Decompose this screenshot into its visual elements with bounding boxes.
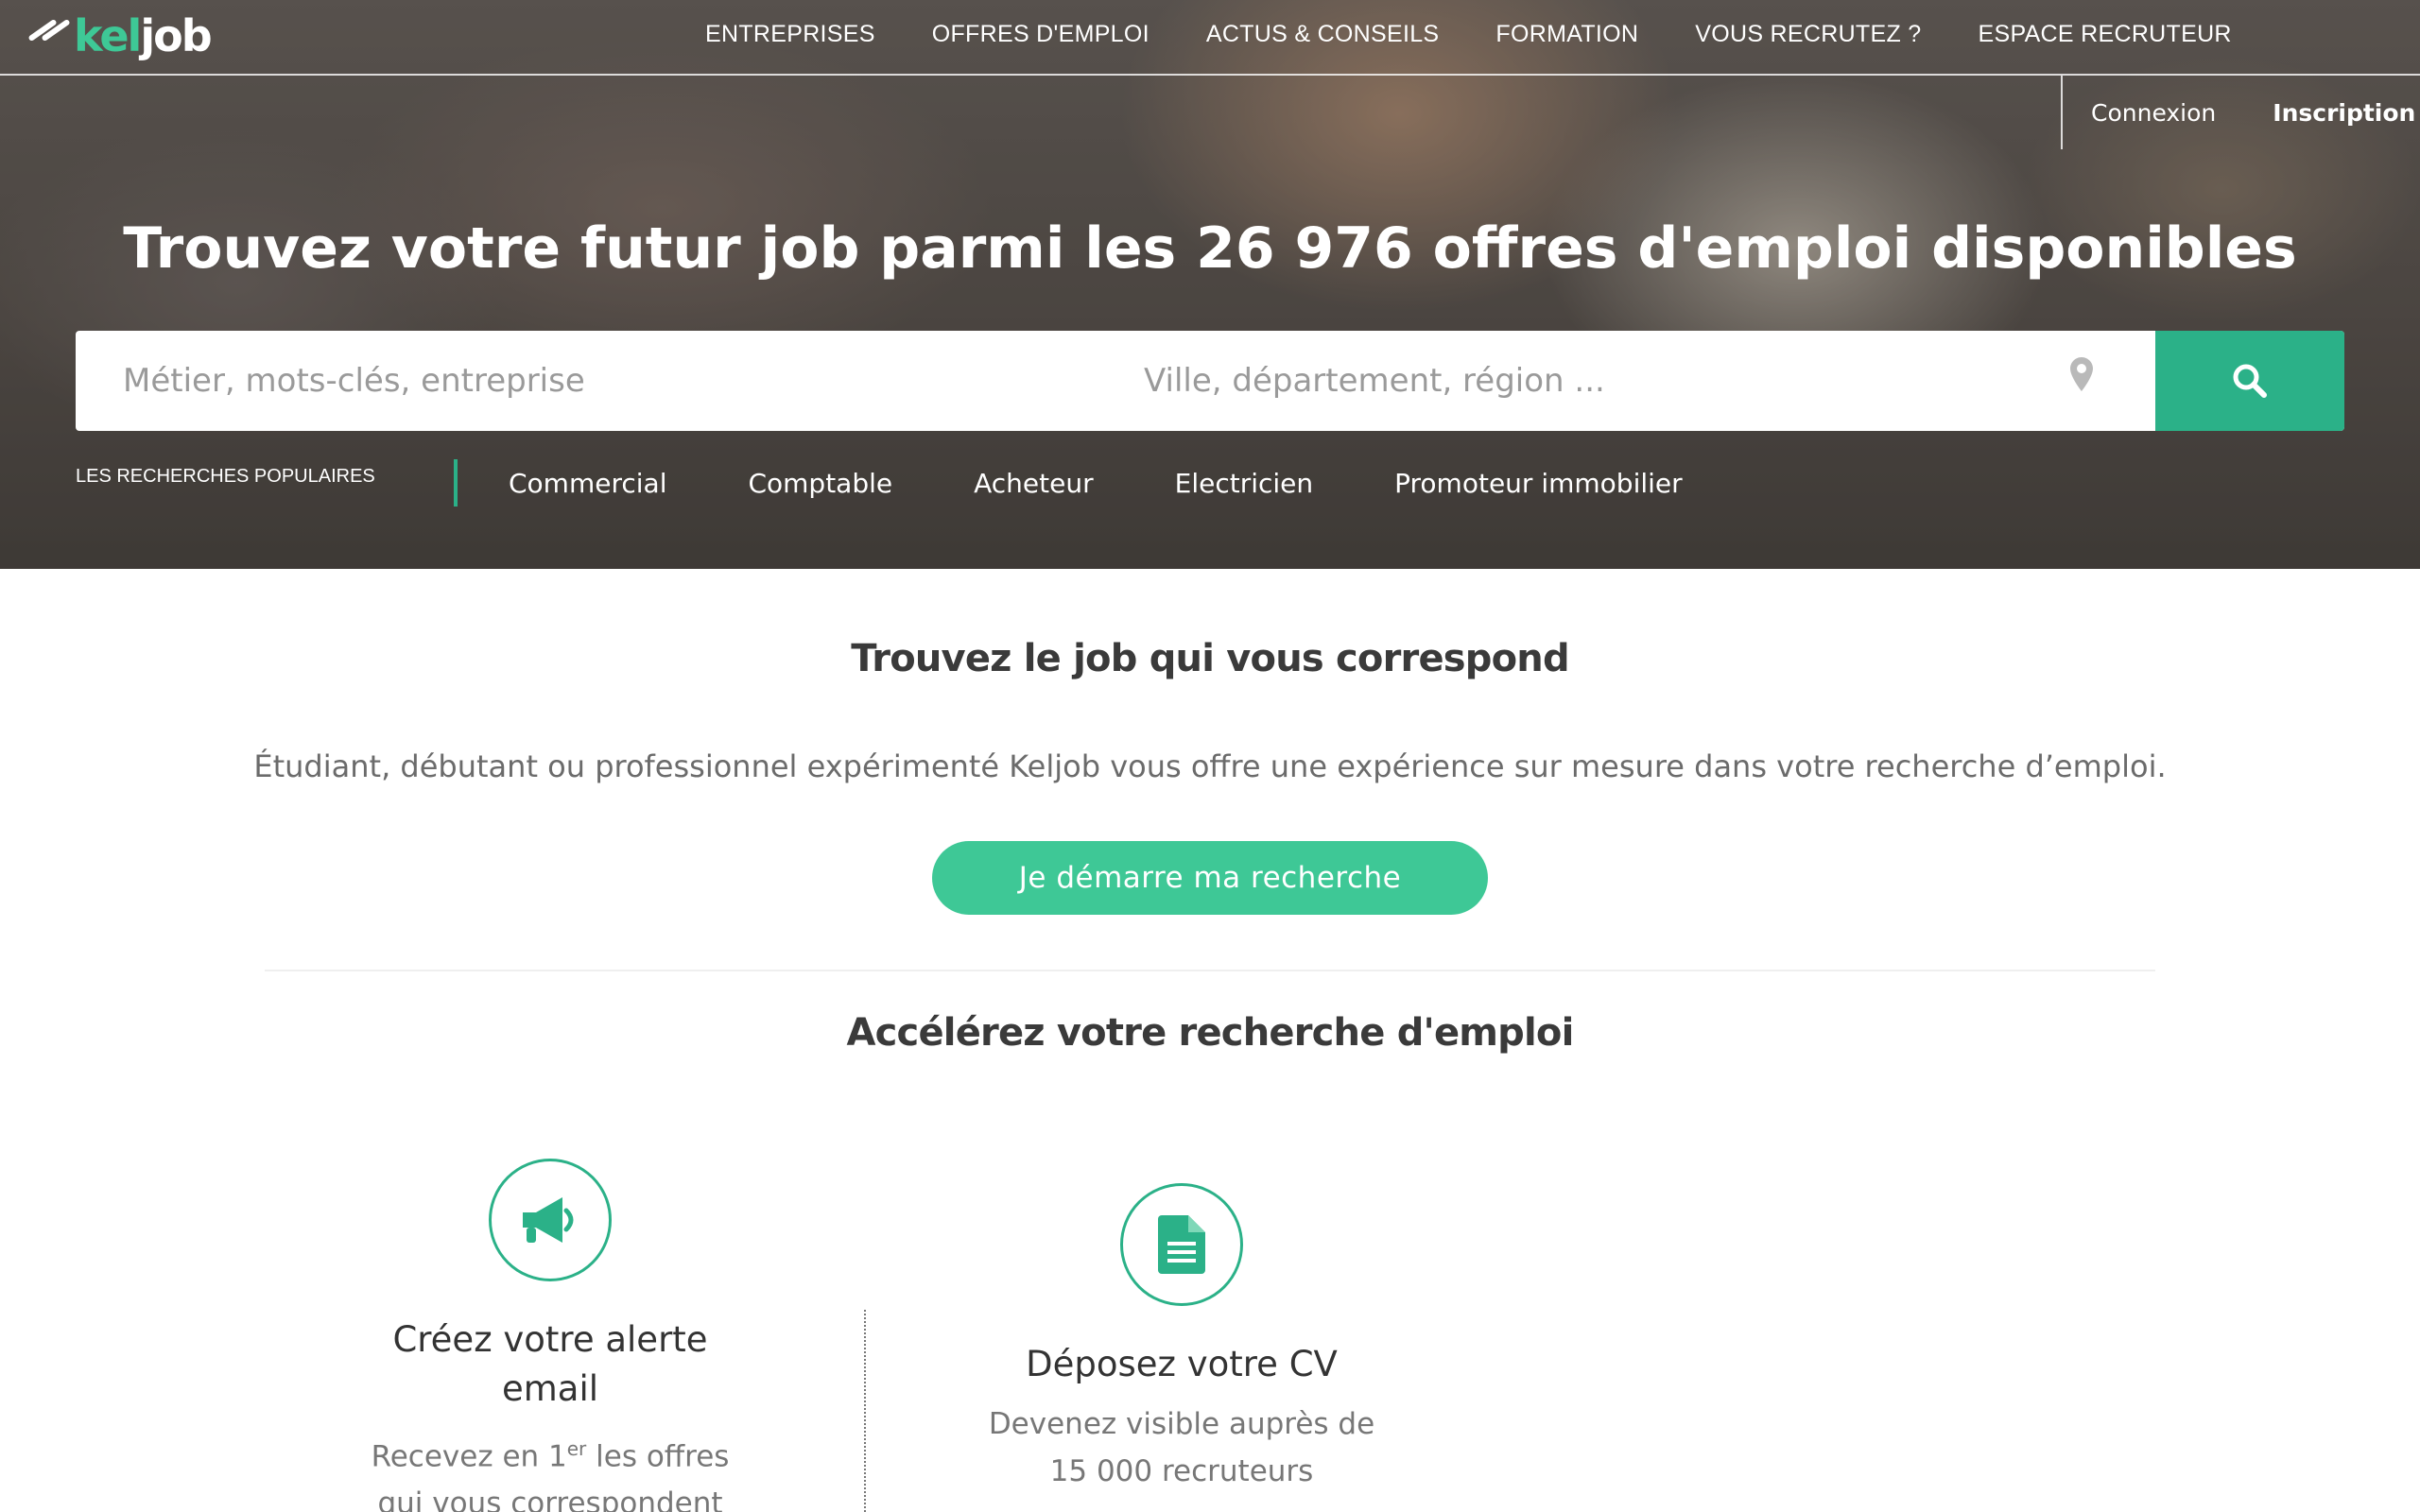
feature-separator xyxy=(864,1310,866,1512)
offers-count: 26 976 offres d'emploi xyxy=(1196,215,1912,282)
popular-search-acheteur[interactable]: Acheteur xyxy=(974,468,1094,499)
megaphone-icon xyxy=(523,1197,574,1243)
logo-kel: kel xyxy=(74,10,142,61)
nav-item-vous-recrutez[interactable]: VOUS RECRUTEZ ? xyxy=(1695,21,1921,48)
hero-title-start: Trouvez votre futur job parmi les xyxy=(123,215,1197,282)
feature-text-start: Recevez en 1 xyxy=(371,1439,567,1474)
feature-icon-circle xyxy=(1120,1183,1243,1306)
hero-title: Trouvez votre futur job parmi les 26 976… xyxy=(0,215,2420,282)
nav-item-espace-recruteur[interactable]: ESPACE RECRUTEUR xyxy=(1979,21,2232,48)
popular-searches-divider xyxy=(454,459,458,507)
search-icon xyxy=(2233,364,2267,398)
hero-title-end: disponibles xyxy=(1911,215,2297,282)
main-nav: ENTREPRISES OFFRES D'EMPLOI ACTUS & CONS… xyxy=(705,21,2289,48)
popular-search-comptable[interactable]: Comptable xyxy=(748,468,892,499)
location-search-input[interactable] xyxy=(1115,331,2136,431)
feature-upload-cv[interactable]: Déposez votre CV Devenez visible auprès … xyxy=(974,1183,1390,1495)
map-pin-icon xyxy=(2070,357,2093,391)
feature-title: Créez votre alerte email xyxy=(392,1319,708,1409)
nav-item-formation[interactable]: FORMATION xyxy=(1495,21,1638,48)
auth-bar: Connexion Inscription xyxy=(2061,76,2415,149)
popular-searches-label: LES RECHERCHES POPULAIRES xyxy=(76,465,375,487)
logo-slashes-icon xyxy=(26,18,72,50)
popular-searches: LES RECHERCHES POPULAIRES Commercial Com… xyxy=(76,459,1764,507)
search-button[interactable] xyxy=(2155,331,2344,431)
section-divider xyxy=(265,970,2155,971)
feature-text-superscript: er xyxy=(566,1437,587,1460)
nav-item-entreprises[interactable]: ENTREPRISES xyxy=(705,21,875,48)
logo-job: job xyxy=(140,10,212,61)
find-job-title: Trouvez le job qui vous correspond xyxy=(851,637,1569,680)
find-job-text: Étudiant, débutant ou professionnel expé… xyxy=(253,748,2167,784)
signup-link[interactable]: Inscription xyxy=(2273,99,2415,127)
nav-item-actus-conseils[interactable]: ACTUS & CONSEILS xyxy=(1206,21,1440,48)
logo-text: keljob xyxy=(74,10,213,61)
popular-search-electricien[interactable]: Electricien xyxy=(1175,468,1314,499)
start-search-button[interactable]: Je démarre ma recherche xyxy=(932,841,1488,915)
keyword-search-input[interactable] xyxy=(76,331,1115,431)
top-navigation-bar: keljob ENTREPRISES OFFRES D'EMPLOI ACTUS… xyxy=(0,0,2420,76)
feature-text: Devenez visible auprès de 15 000 recrute… xyxy=(988,1407,1375,1488)
popular-search-commercial[interactable]: Commercial xyxy=(509,468,666,499)
popular-search-promoteur-immobilier[interactable]: Promoteur immobilier xyxy=(1394,468,1683,499)
logo[interactable]: keljob xyxy=(26,8,213,64)
accelerate-title: Accélérez votre recherche d'emploi xyxy=(846,1011,1574,1055)
feature-icon-circle xyxy=(489,1159,612,1281)
login-link[interactable]: Connexion xyxy=(2091,99,2216,127)
feature-title: Déposez votre CV xyxy=(1026,1344,1338,1384)
job-search-form xyxy=(76,331,2344,431)
feature-email-alert[interactable]: Créez votre alerte email Recevez en 1er … xyxy=(352,1159,749,1512)
document-icon xyxy=(1158,1215,1205,1274)
hero-section: keljob ENTREPRISES OFFRES D'EMPLOI ACTUS… xyxy=(0,0,2420,569)
nav-item-offres-emploi[interactable]: OFFRES D'EMPLOI xyxy=(932,21,1150,48)
feature-text: Recevez en 1er les offres qui vous corre… xyxy=(352,1425,749,1512)
